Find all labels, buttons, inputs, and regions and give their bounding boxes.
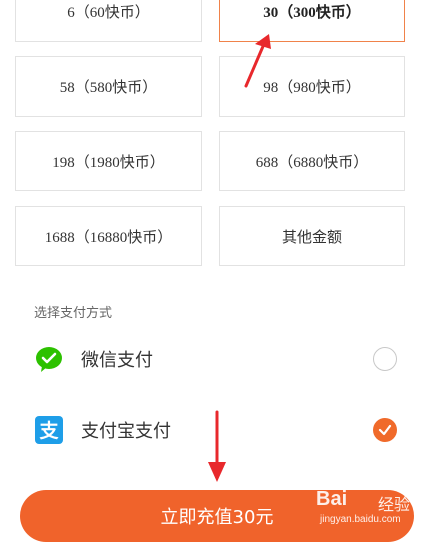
option-688[interactable]: 688（6880快币）	[219, 131, 405, 191]
option-6[interactable]: 6（60快币）	[15, 0, 202, 42]
payment-method-wechat[interactable]: 微信支付	[0, 334, 436, 384]
recharge-now-button[interactable]: 立即充值30元	[20, 490, 414, 542]
check-icon	[378, 424, 392, 436]
wechat-pay-label: 微信支付	[81, 350, 153, 371]
payment-section-title: 选择支付方式	[34, 306, 113, 321]
alipay-icon: 支	[35, 416, 63, 444]
svg-text:支: 支	[38, 420, 59, 442]
option-98[interactable]: 98（980快币）	[219, 56, 405, 117]
wechat-pay-icon	[35, 345, 63, 373]
option-other-amount[interactable]: 其他金额	[219, 206, 405, 266]
payment-method-alipay[interactable]: 支 支付宝支付	[0, 405, 436, 455]
option-30-selected[interactable]: 30（300快币）	[219, 0, 405, 42]
alipay-label: 支付宝支付	[81, 421, 171, 442]
wechat-pay-radio[interactable]	[373, 347, 397, 371]
recharge-now-label: 立即充值30元	[160, 507, 274, 528]
option-58[interactable]: 58（580快币）	[15, 56, 202, 117]
option-1688[interactable]: 1688（16880快币）	[15, 206, 202, 266]
alipay-radio-checked[interactable]	[373, 418, 397, 442]
option-198[interactable]: 198（1980快币）	[15, 131, 202, 191]
recharge-options-grid: 6（60快币） 30（300快币） 58（580快币） 98（980快币） 19…	[0, 0, 436, 275]
